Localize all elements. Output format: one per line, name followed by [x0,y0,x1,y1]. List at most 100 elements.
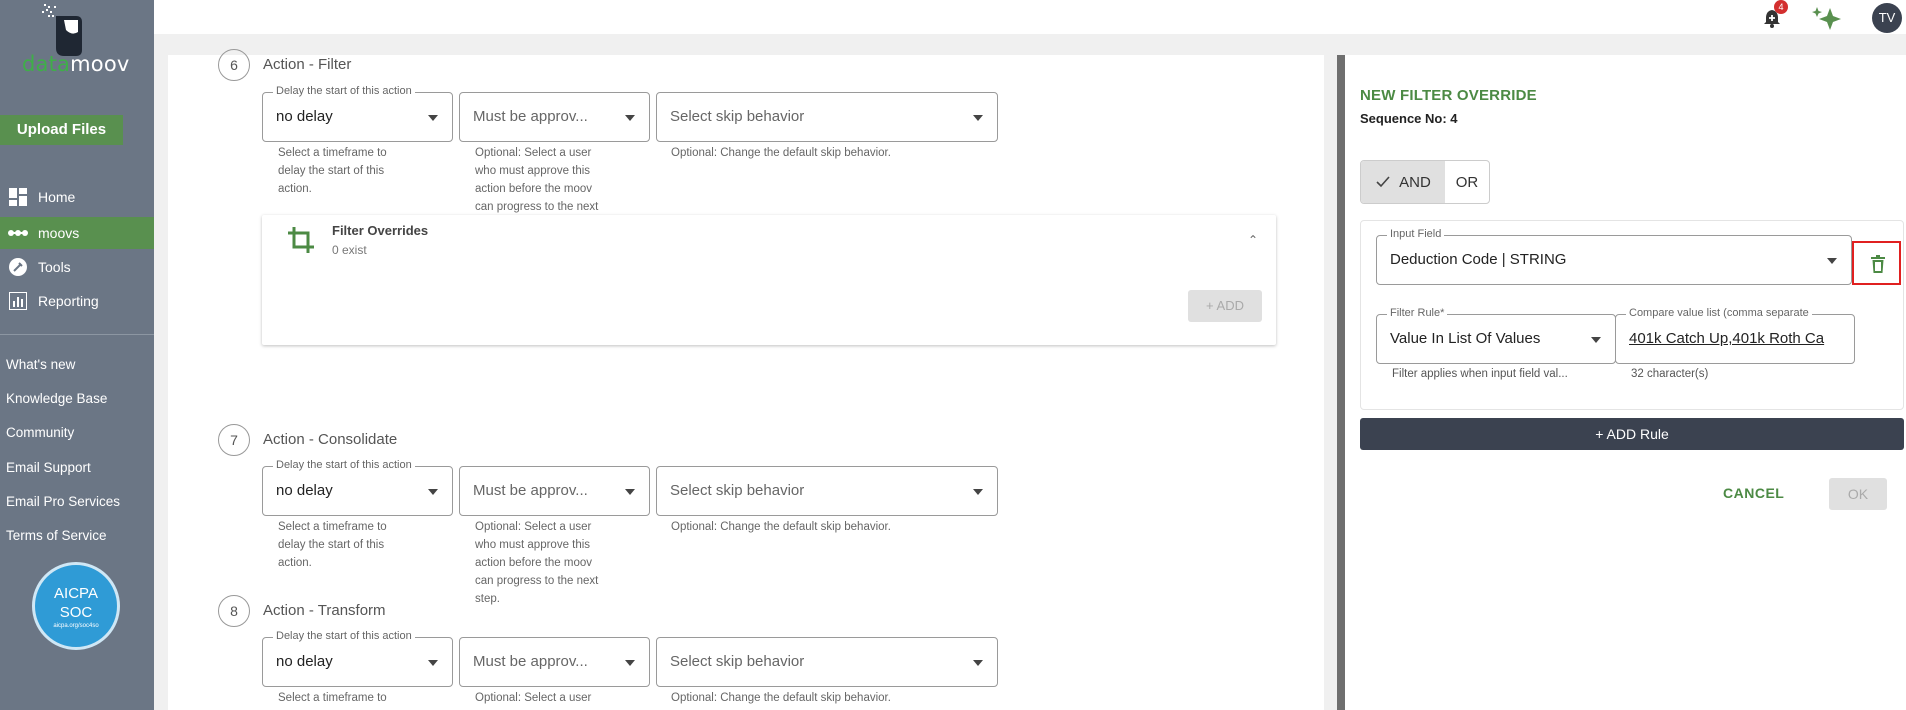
skip-helper-text: Optional: Change the default skip behavi… [671,692,891,704]
logo-word-data: data [22,52,71,76]
link-whats-new[interactable]: What's new [6,357,75,372]
field-label: Delay the start of this action [273,85,415,97]
help-line: can progress to the next [475,575,599,587]
badge-line-url: aicpa.org/soc4so [53,623,99,629]
add-filter-override-button[interactable]: + ADD [1188,290,1262,322]
step-number-badge: 7 [218,424,250,456]
help-line: Select a timeframe to [278,147,387,159]
link-email-support[interactable]: Email Support [6,460,91,475]
field-value: no delay [276,653,333,670]
approver-select[interactable]: Must be approv... [459,637,650,687]
chevron-up-icon[interactable]: ⌃ [1248,233,1258,247]
help-line: action. [278,183,312,195]
approver-helper-text: Optional: Select a user who must approve… [475,518,598,608]
sidebar-item-label: moovs [38,225,80,241]
step-title: Action - Consolidate [263,431,398,448]
sidebar-item-tools[interactable]: Tools [0,251,154,283]
cancel-button[interactable]: CANCEL [1723,485,1784,501]
field-value: Deduction Code | STRING [1390,251,1567,268]
ai-sparkle-icon[interactable] [1810,5,1844,31]
notification-count-badge: 4 [1774,0,1788,14]
help-line: delay the start of this [278,165,385,177]
ok-button[interactable]: OK [1829,478,1887,510]
chevron-down-icon [625,115,635,121]
field-value: 401k Catch Up,401k Roth Ca [1629,330,1825,347]
logo-wordmark: datamoov [22,52,130,76]
chevron-down-icon [625,660,635,666]
upload-files-button[interactable]: Upload Files [0,115,123,145]
skip-helper-text: Optional: Change the default skip behavi… [671,521,891,533]
or-toggle-button[interactable]: OR [1445,161,1489,203]
chevron-down-icon [428,489,438,495]
wrench-icon [8,257,28,277]
sidebar-item-label: Home [38,189,76,205]
field-placeholder: Select skip behavior [670,653,805,670]
help-line: Optional: Select a user [475,692,592,704]
help-line: Optional: Select a user [475,147,592,159]
step-number-badge: 8 [218,595,250,627]
step-title: Action - Filter [263,56,352,73]
workflow-dots-icon [8,223,28,243]
delay-select[interactable]: Delay the start of this action no delay [262,630,453,687]
sidebar: datamoov Upload Files Home moovs Tools R… [0,0,154,710]
approver-helper-text: Optional: Select a user [475,689,591,707]
field-label: Delay the start of this action [273,459,415,471]
chevron-down-icon [1827,258,1837,264]
sidebar-item-label: Reporting [38,293,99,309]
delay-helper-text: Select a timeframe to delay the start of… [278,518,387,572]
field-value: Value In List Of Values [1390,330,1541,347]
badge-line-aicpa: AICPA [54,585,98,602]
input-field-select[interactable]: Input Field Deduction Code | STRING [1376,228,1852,285]
sidebar-item-moovs[interactable]: moovs [0,217,154,249]
help-line: Select a timeframe to [278,692,387,704]
chevron-down-icon [1591,337,1601,343]
chevron-down-icon [625,489,635,495]
chevron-down-icon [428,660,438,666]
help-line: can progress to the next [475,201,599,213]
skip-behavior-select[interactable]: Select skip behavior [656,466,998,516]
field-placeholder: Must be approv... [473,653,588,670]
skip-behavior-select[interactable]: Select skip behavior [656,637,998,687]
link-terms-of-service[interactable]: Terms of Service [6,528,107,543]
aicpa-soc-badge: AICPA SOC aicpa.org/soc4so [32,562,120,650]
field-placeholder: Select skip behavior [670,482,805,499]
help-line: action before the moov [475,557,592,569]
field-label: Input Field [1387,228,1445,240]
field-placeholder: Must be approv... [473,108,588,125]
chevron-down-icon [973,115,983,121]
skip-behavior-select[interactable]: Select skip behavior [656,92,998,142]
filter-overrides-count: 0 exist [332,243,367,257]
delay-helper-text: Select a timeframe to [278,689,387,707]
user-avatar[interactable]: TV [1872,3,1902,33]
approver-select[interactable]: Must be approv... [459,92,650,142]
link-community[interactable]: Community [6,425,74,440]
help-line: Optional: Select a user [475,521,592,533]
or-label: OR [1455,173,1479,191]
approver-select[interactable]: Must be approv... [459,466,650,516]
panel-divider-scrollbar[interactable] [1337,55,1345,710]
chevron-down-icon [973,489,983,495]
field-placeholder: Select skip behavior [670,108,805,125]
sidebar-divider [0,334,154,335]
compare-value-input[interactable]: Compare value list (comma separate 401k … [1615,307,1855,364]
delay-select[interactable]: Delay the start of this action no delay [262,459,453,516]
sequence-number: Sequence No: 4 [1360,111,1458,126]
sidebar-item-reporting[interactable]: Reporting [0,285,154,317]
top-bar [154,0,1906,34]
help-line: Select a timeframe to [278,521,387,533]
sidebar-item-home[interactable]: Home [0,181,154,213]
add-rule-button[interactable]: + ADD Rule [1360,418,1904,450]
filter-rule-select[interactable]: Filter Rule* Value In List Of Values [1376,307,1616,364]
link-email-pro-services[interactable]: Email Pro Services [6,494,120,509]
delete-rule-button[interactable] [1852,241,1901,285]
delay-select[interactable]: Delay the start of this action no delay [262,85,453,142]
field-value: no delay [276,108,333,125]
chevron-down-icon [973,660,983,666]
logo-word-moov: moov [70,52,130,76]
chevron-down-icon [428,115,438,121]
help-line: step. [475,593,500,605]
filter-rule-helper-text: Filter applies when input field val... [1392,368,1568,380]
help-line: action before the moov [475,183,592,195]
and-toggle-button[interactable]: AND [1361,161,1445,203]
link-knowledge-base[interactable]: Knowledge Base [6,391,107,406]
